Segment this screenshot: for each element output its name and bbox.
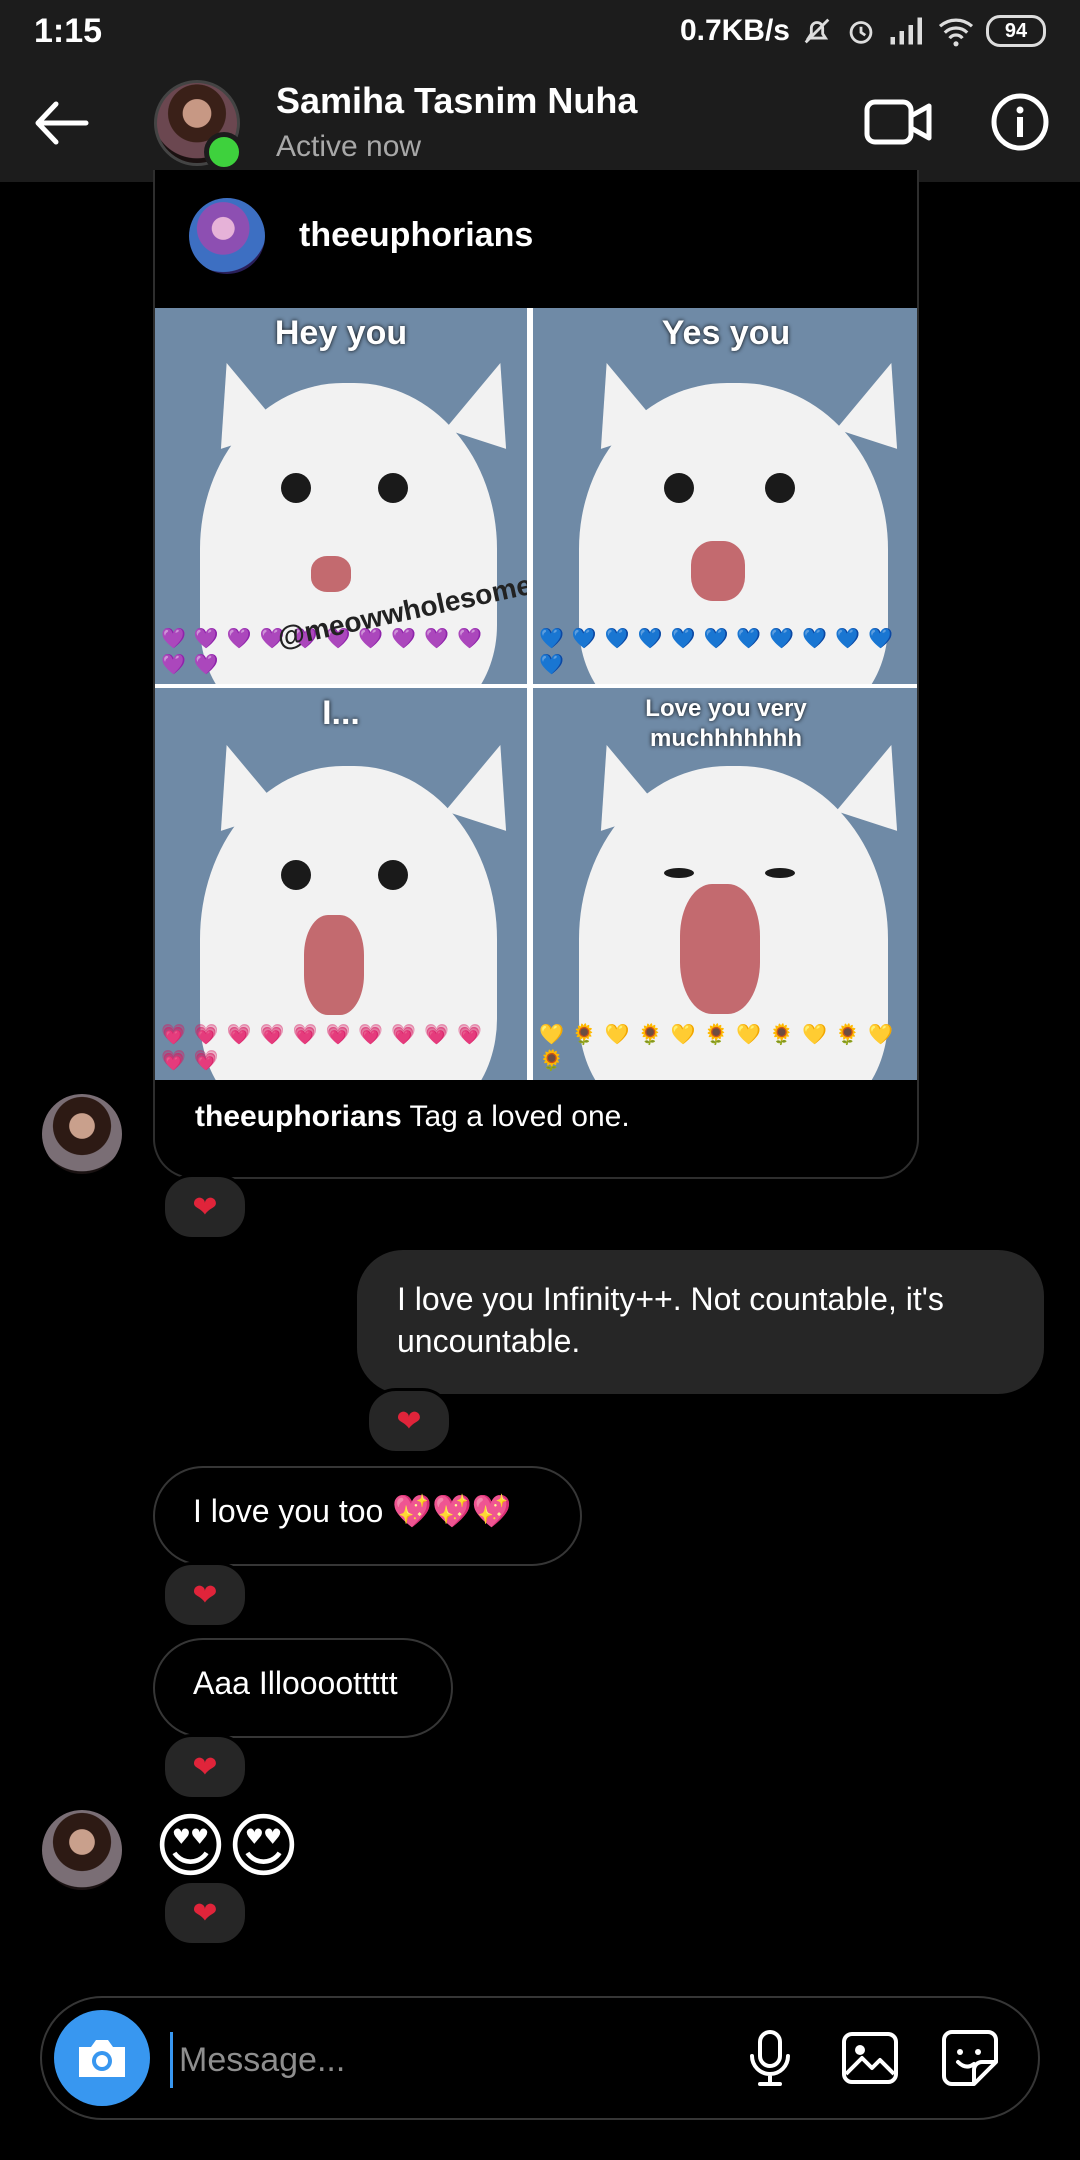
cat-ear bbox=[444, 734, 527, 831]
heart-emojis: 💗💗💗💗💗💗💗💗💗💗💗💗 bbox=[161, 1024, 491, 1072]
message-composer bbox=[40, 1996, 1040, 2120]
message-bubble-incoming[interactable]: I love you too 💖💖💖 bbox=[153, 1466, 582, 1566]
post-username[interactable]: theeuphorians bbox=[299, 216, 533, 255]
cat-mouth bbox=[691, 541, 746, 602]
tile-label: Yes you bbox=[661, 314, 791, 352]
wifi-icon bbox=[938, 18, 974, 47]
post-caption: theeuphorians Tag a loved one. bbox=[195, 1100, 630, 1134]
heart-icon: ❤ bbox=[192, 1750, 218, 1784]
post-tile-yes-you: Yes you 💙💙💙💙💙💙💙💙💙💙💙💙 bbox=[533, 308, 917, 684]
camera-icon bbox=[79, 2040, 125, 2077]
cat-ear bbox=[836, 352, 917, 449]
online-indicator bbox=[204, 132, 244, 172]
caption-username[interactable]: theeuphorians bbox=[195, 1100, 402, 1133]
back-arrow-icon[interactable] bbox=[28, 88, 98, 158]
heart-icon: ❤ bbox=[192, 1190, 218, 1224]
gallery-icon[interactable] bbox=[838, 2026, 902, 2090]
reaction-heart[interactable]: ❤ bbox=[162, 1174, 248, 1240]
chat-header: Samiha Tasnim Nuha Active now bbox=[0, 62, 1080, 182]
cat-eye bbox=[764, 473, 795, 504]
status-bar: 1:15 0.7KB/s 94 bbox=[0, 0, 1080, 62]
message-input[interactable] bbox=[170, 2032, 741, 2088]
status-time: 1:15 bbox=[34, 12, 103, 50]
cat-mouth bbox=[679, 884, 760, 1014]
heart-icon: ❤ bbox=[396, 1404, 422, 1438]
post-image[interactable]: Hey you 💜💜💜💜💜💜💜💜💜💜💜💜 @meowwholesomes Yes… bbox=[155, 308, 917, 1080]
tile-label: I... bbox=[322, 694, 360, 732]
contact-status: Active now bbox=[276, 130, 422, 163]
network-speed: 0.7KB/s bbox=[679, 14, 790, 47]
video-call-icon[interactable] bbox=[864, 94, 934, 150]
cat-mouth bbox=[303, 915, 364, 1016]
emoji-message[interactable]: 😍😍 bbox=[154, 1806, 300, 1886]
heart-emojis: 💛🌻💛🌻💛🌻💛🌻💛🌻💛🌻 bbox=[539, 1024, 901, 1072]
battery-level: 94 bbox=[1004, 19, 1028, 42]
shared-post[interactable]: theeuphorians Hey you 💜💜💜💜💜💜💜💜💜💜💜💜 @meow… bbox=[153, 170, 919, 1179]
post-tile-love-you: Love you very muchhhhhhh 💛🌻💛🌻💛🌻💛🌻💛🌻💛🌻 bbox=[533, 688, 917, 1080]
alarm-icon bbox=[849, 21, 873, 44]
caption-text: Tag a loved one. bbox=[401, 1100, 630, 1133]
post-tile-hey-you: Hey you 💜💜💜💜💜💜💜💜💜💜💜💜 @meowwholesomes bbox=[155, 308, 527, 684]
reaction-heart[interactable]: ❤ bbox=[162, 1880, 248, 1946]
message-bubble-outgoing[interactable]: I love you Infinity++. Not countable, it… bbox=[357, 1250, 1044, 1394]
microphone-icon[interactable] bbox=[738, 2026, 802, 2090]
heart-emojis: 💙💙💙💙💙💙💙💙💙💙💙💙 bbox=[539, 628, 901, 676]
sender-avatar[interactable] bbox=[42, 1810, 122, 1890]
signal-icon bbox=[890, 17, 922, 45]
post-tile-i: I... 💗💗💗💗💗💗💗💗💗💗💗💗 bbox=[155, 688, 527, 1080]
sticker-icon[interactable] bbox=[938, 2026, 1002, 2090]
cat-mouth bbox=[311, 556, 352, 593]
tile-label: Hey you bbox=[274, 314, 408, 352]
reaction-heart[interactable]: ❤ bbox=[366, 1388, 452, 1454]
battery-icon: 94 bbox=[986, 15, 1046, 47]
message-text: I love you Infinity++. Not countable, it… bbox=[397, 1281, 944, 1359]
status-icons: 0.7KB/s 94 bbox=[680, 10, 1046, 52]
sender-avatar[interactable] bbox=[42, 1094, 122, 1174]
reaction-heart[interactable]: ❤ bbox=[162, 1562, 248, 1628]
heart-icon: ❤ bbox=[192, 1896, 218, 1930]
tile-label: Love you very muchhhhhhh bbox=[645, 695, 807, 752]
post-author-avatar[interactable] bbox=[189, 198, 265, 274]
message-text: I love you too 💖💖💖 bbox=[193, 1493, 512, 1529]
message-text: Aaa Illoooottttt bbox=[193, 1665, 398, 1701]
heart-icon: ❤ bbox=[192, 1578, 218, 1612]
camera-button[interactable] bbox=[54, 2010, 150, 2106]
reaction-heart[interactable]: ❤ bbox=[162, 1734, 248, 1800]
contact-name[interactable]: Samiha Tasnim Nuha bbox=[276, 80, 637, 122]
mute-bell-icon bbox=[804, 18, 830, 44]
info-icon[interactable] bbox=[990, 92, 1050, 152]
message-bubble-incoming[interactable]: Aaa Illoooottttt bbox=[153, 1638, 453, 1738]
